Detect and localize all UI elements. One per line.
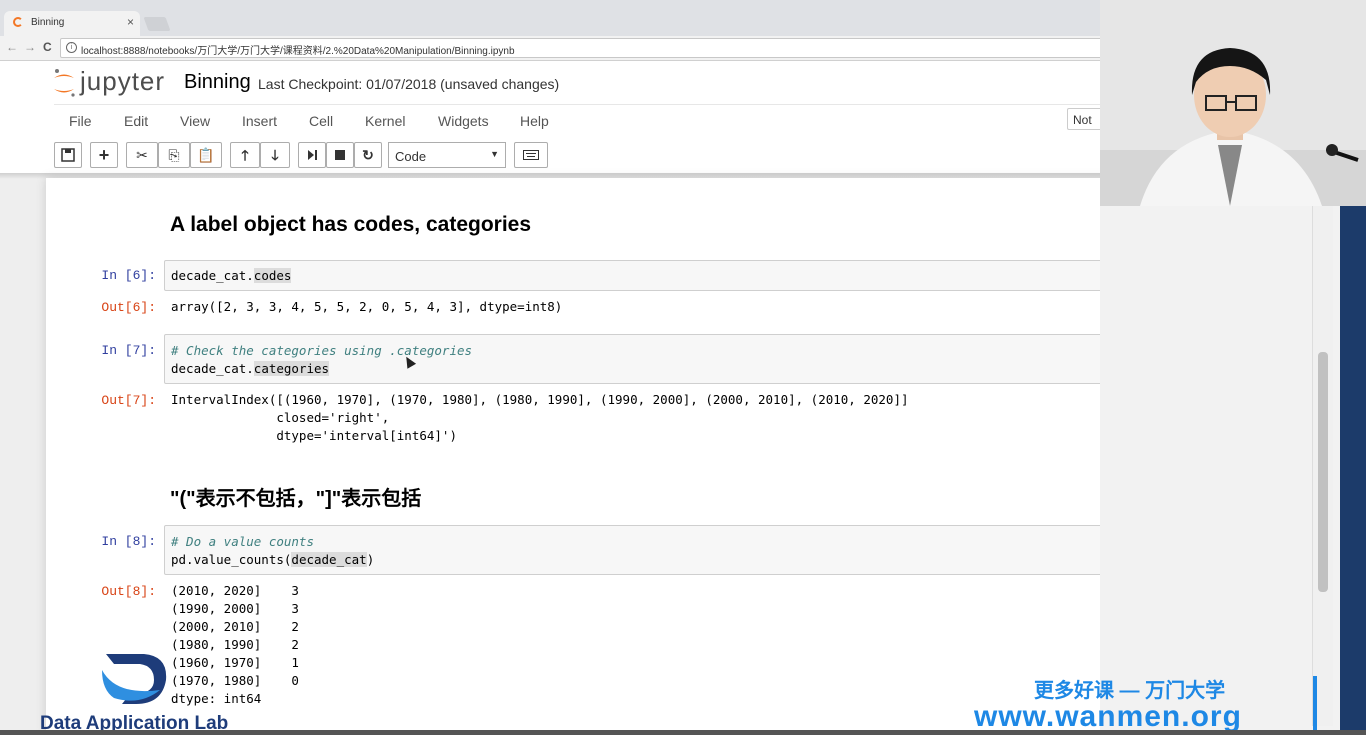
cell-type-value: Code: [395, 149, 427, 164]
restart-button[interactable]: ↻: [354, 142, 382, 168]
output-8-line: (1970, 1980] 0: [171, 673, 299, 688]
watermark-divider: [1313, 676, 1317, 730]
menu-widgets[interactable]: Widgets: [438, 113, 489, 129]
run-button[interactable]: [298, 142, 326, 168]
in-prompt-8: In [8]:: [101, 534, 156, 549]
copy-icon: ⎘: [168, 147, 180, 163]
out-prompt-8: Out[8]:: [101, 584, 156, 599]
insert-cell-button[interactable]: +: [90, 142, 118, 168]
menu-help[interactable]: Help: [520, 113, 549, 129]
cut-button[interactable]: ✂: [126, 142, 158, 168]
bottom-bar: [0, 730, 1366, 735]
code-line: decade_cat.categories: [171, 361, 330, 376]
desktop-edge: [1340, 206, 1366, 735]
output-8-line: (1960, 1970] 1: [171, 655, 299, 670]
menu-cell[interactable]: Cell: [309, 113, 333, 129]
output-7-line-2: closed='right',: [171, 410, 390, 425]
webcam-overlay: [1100, 0, 1366, 206]
site-watermark-text: www.wanmen.org: [974, 700, 1242, 733]
arrow-up-icon: 🡑: [241, 147, 249, 163]
code-comment: # Do a value counts: [171, 534, 314, 549]
output-8-line: dtype: int64: [171, 691, 262, 706]
markdown-heading-interval-notation: "("表示不包括，"]"表示包括: [170, 488, 422, 510]
output-8-line: (2010, 2020] 3: [171, 583, 299, 598]
menu-edit[interactable]: Edit: [124, 113, 148, 129]
save-button[interactable]: [54, 142, 82, 168]
url-text: localhost:8888/notebooks/万门大学/万门大学/课程资料/…: [81, 46, 515, 57]
save-icon: [61, 148, 75, 162]
url-input[interactable]: i localhost:8888/notebooks/万门大学/万门大学/课程资…: [60, 38, 1102, 58]
in-prompt-6: In [6]:: [101, 268, 156, 283]
command-palette-button[interactable]: [514, 142, 548, 168]
chevron-down-icon: ▼: [490, 149, 499, 159]
output-8-line: (1990, 2000] 3: [171, 601, 299, 616]
keyboard-icon: [523, 150, 539, 160]
code-cell-6[interactable]: decade_cat.codes: [164, 260, 1244, 291]
notebook-title[interactable]: Binning: [184, 71, 251, 94]
code-line: decade_cat.codes: [171, 268, 292, 283]
jupyter-logo-icon[interactable]: [52, 68, 76, 98]
move-down-button[interactable]: 🡓: [260, 142, 290, 168]
in-prompt-7: In [7]:: [101, 343, 156, 358]
output-7-line-3: dtype='interval[int64]'): [171, 428, 457, 443]
jupyter-logo-text[interactable]: jupyter: [80, 66, 165, 97]
paste-icon: 📋: [197, 147, 215, 163]
output-6: array([2, 3, 3, 4, 5, 5, 2, 0, 5, 4, 3],…: [171, 299, 563, 314]
cell-type-select[interactable]: Code ▼: [388, 142, 506, 168]
output-7-line-1: IntervalIndex([(1960, 1970], (1970, 1980…: [171, 392, 909, 407]
code-line: pd.value_counts(decade_cat): [171, 552, 375, 567]
menu-view[interactable]: View: [180, 113, 210, 129]
code-cell-7[interactable]: # Check the categories using .categories…: [164, 334, 1244, 384]
output-8-line: (1980, 1990] 2: [171, 637, 299, 652]
output-8-line: (2000, 2010] 2: [171, 619, 299, 634]
interrupt-button[interactable]: [326, 142, 354, 168]
out-prompt-6: Out[6]:: [101, 300, 156, 315]
info-icon[interactable]: i: [66, 42, 77, 53]
reload-icon[interactable]: C: [43, 40, 52, 54]
menu-bar: File Edit View Insert Cell Kernel Widget…: [54, 104, 1100, 137]
menu-kernel[interactable]: Kernel: [365, 113, 405, 129]
forward-icon[interactable]: →: [24, 40, 36, 54]
out-prompt-7: Out[7]:: [101, 393, 156, 408]
code-comment: # Check the categories using .categories: [171, 343, 473, 358]
tab-title: Binning: [31, 17, 65, 28]
paste-button[interactable]: 📋: [190, 142, 222, 168]
copy-button[interactable]: ⎘: [158, 142, 190, 168]
checkpoint-status: Last Checkpoint: 01/07/2018 (unsaved cha…: [258, 76, 560, 92]
data-application-lab-logo-icon: [102, 654, 167, 704]
jupyter-favicon-icon: [13, 17, 23, 27]
tab-close-icon[interactable]: ×: [127, 15, 134, 29]
menu-insert[interactable]: Insert: [242, 113, 277, 129]
restart-icon: ↻: [362, 147, 374, 163]
plus-icon: +: [98, 145, 110, 165]
back-icon[interactable]: ←: [6, 40, 18, 54]
menu-file[interactable]: File: [69, 113, 92, 129]
notebook-toolbar: + ✂ ⎘ 📋 🡑 🡓 ↻ Code ▼: [54, 142, 1100, 170]
browser-tab[interactable]: Binning ×: [4, 11, 140, 36]
step-forward-icon: [308, 150, 317, 160]
code-cell-8[interactable]: # Do a value counts pd.value_counts(deca…: [164, 525, 1244, 575]
new-tab-button[interactable]: [143, 17, 171, 31]
promo-watermark-text: 更多好课 — 万门大学: [1034, 680, 1226, 702]
arrow-down-icon: 🡓: [271, 147, 279, 163]
stop-icon: [335, 150, 345, 160]
trust-indicator[interactable]: Not Trusted: [1067, 108, 1100, 130]
move-up-button[interactable]: 🡑: [230, 142, 260, 168]
presenter-video: [1100, 0, 1366, 206]
scrollbar-thumb[interactable]: [1318, 352, 1328, 592]
cut-icon: ✂: [136, 147, 148, 163]
markdown-heading-codes-categories: A label object has codes, categories: [170, 213, 532, 236]
